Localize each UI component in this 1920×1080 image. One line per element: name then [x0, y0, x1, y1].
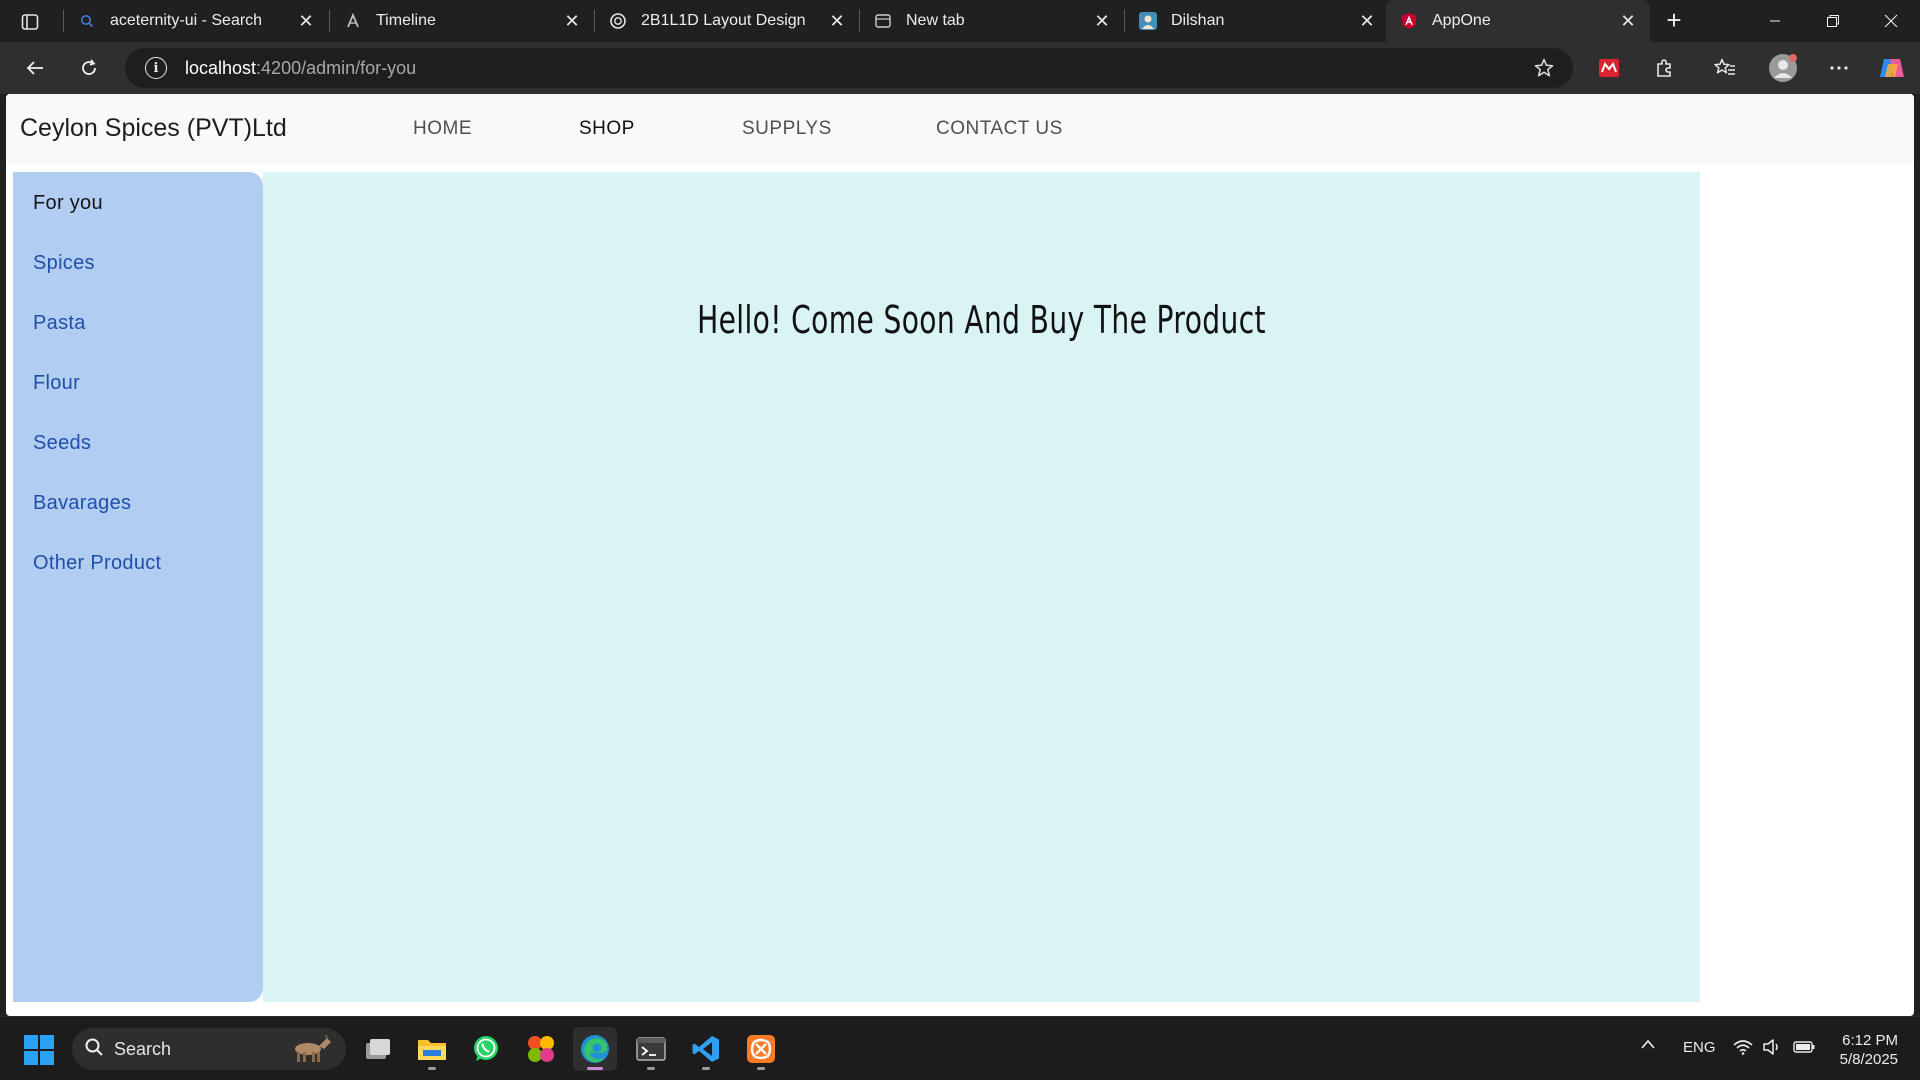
search-highlight-donkey-icon — [284, 1034, 334, 1069]
tab-title: AppOne — [1432, 12, 1491, 29]
url-host: localhost — [185, 57, 257, 78]
tab-title: Dilshan — [1171, 12, 1225, 29]
brand-title[interactable]: Ceylon Spices (PVT)Ltd — [20, 114, 287, 143]
close-window-button[interactable] — [1862, 0, 1920, 42]
taskbar-search-label: Search — [114, 1038, 172, 1059]
tab-title: Timeline — [376, 12, 436, 29]
tab-dilshan[interactable]: Dilshan ✕ — [1125, 0, 1389, 42]
browser-tab-strip: aceternity-ui - Search ✕ Timeline ✕ 2B1L… — [0, 0, 1920, 42]
site-info-icon[interactable]: i — [145, 57, 167, 79]
top-navbar: Ceylon Spices (PVT)Ltd HOME SHOP SUPPLYS… — [6, 94, 1914, 164]
extensions-puzzle-icon[interactable] — [1648, 52, 1680, 84]
windows-start-icon[interactable] — [24, 1035, 54, 1065]
sidebar-item-spices[interactable]: Spices — [33, 252, 95, 275]
sidebar-item-bavarages[interactable]: Bavarages — [33, 492, 131, 515]
volume-icon[interactable] — [1762, 1039, 1782, 1059]
profile-avatar-icon — [1139, 12, 1157, 30]
favorites-icon[interactable] — [1709, 52, 1741, 84]
url-path: :4200/admin/for-you — [256, 57, 417, 78]
copilot-icon[interactable] — [1876, 52, 1908, 84]
show-hidden-icons[interactable] — [1640, 1037, 1656, 1054]
edge-browser-icon[interactable] — [573, 1027, 617, 1071]
nav-home[interactable]: HOME — [413, 118, 472, 140]
tab-aceternity-search[interactable]: aceternity-ui - Search ✕ — [64, 0, 328, 42]
file-explorer-icon[interactable] — [410, 1027, 454, 1071]
favorite-star-icon[interactable] — [1533, 57, 1555, 84]
close-icon[interactable]: ✕ — [1618, 11, 1638, 31]
url-text[interactable]: localhost:4200/admin/for-you — [185, 58, 416, 79]
close-icon[interactable]: ✕ — [1092, 11, 1112, 31]
new-tab-button[interactable]: + — [1660, 7, 1688, 34]
close-icon[interactable]: ✕ — [562, 11, 582, 31]
tab-title: 2B1L1D Layout Design — [641, 12, 806, 29]
close-icon[interactable]: ✕ — [1357, 11, 1377, 31]
system-clock[interactable]: 6:12 PM 5/8/2025 — [1840, 1031, 1898, 1069]
reload-button[interactable] — [73, 52, 105, 84]
running-indicator — [757, 1067, 765, 1070]
terminal-icon[interactable] — [629, 1027, 673, 1071]
clock-date: 5/8/2025 — [1839, 1051, 1898, 1068]
page-viewport: Ceylon Spices (PVT)Ltd HOME SHOP SUPPLYS… — [6, 94, 1914, 1016]
restore-button[interactable] — [1804, 0, 1862, 42]
tab-appone[interactable]: AppOne ✕ — [1386, 0, 1650, 42]
tab-timeline[interactable]: Timeline ✕ — [330, 0, 594, 42]
running-indicator — [702, 1067, 710, 1070]
more-options-icon[interactable] — [1823, 52, 1855, 84]
address-bar[interactable]: i localhost:4200/admin/for-you — [125, 48, 1573, 88]
newtab-page-icon — [874, 12, 892, 30]
nav-contact-us[interactable]: CONTACT US — [936, 118, 1063, 140]
windows-taskbar: Search ENG 6:12 PM 5/8/2025 — [0, 1016, 1920, 1080]
sidebar-item-pasta[interactable]: Pasta — [33, 312, 86, 335]
category-sidebar: For you Spices Pasta Flour Seeds Bavarag… — [13, 172, 263, 1002]
openai-logo-icon — [609, 12, 627, 30]
extension-mendeley-icon[interactable] — [1593, 52, 1625, 84]
language-indicator[interactable]: ENG — [1683, 1039, 1716, 1056]
close-icon[interactable]: ✕ — [827, 11, 847, 31]
sidebar-item-other-product[interactable]: Other Product — [33, 552, 161, 575]
nav-shop[interactable]: SHOP — [579, 118, 635, 140]
close-icon[interactable]: ✕ — [296, 11, 316, 31]
tab-title: New tab — [906, 12, 965, 29]
running-indicator — [428, 1067, 436, 1070]
tab-title: aceternity-ui - Search — [110, 12, 263, 29]
search-icon — [84, 1037, 104, 1062]
nav-supplys[interactable]: SUPPLYS — [742, 118, 832, 140]
xampp-icon[interactable] — [739, 1027, 783, 1071]
sidebar-item-seeds[interactable]: Seeds — [33, 432, 91, 455]
running-indicator — [647, 1067, 655, 1070]
task-view-icon[interactable] — [356, 1027, 400, 1071]
welcome-message: Hello! Come Soon And Buy The Product — [697, 298, 1266, 342]
angular-logo-icon — [1400, 12, 1418, 30]
minimize-button[interactable] — [1746, 0, 1804, 42]
battery-icon[interactable] — [1793, 1040, 1815, 1058]
tab-actions-icon[interactable] — [12, 9, 48, 35]
back-button[interactable] — [19, 52, 51, 84]
sidebar-item-for-you[interactable]: For you — [33, 192, 103, 215]
wifi-icon[interactable] — [1733, 1039, 1753, 1059]
taskbar-search[interactable]: Search — [72, 1028, 346, 1070]
clock-time: 6:12 PM — [1842, 1032, 1898, 1049]
profile-avatar-icon[interactable] — [1767, 52, 1799, 84]
aceternity-logo-icon — [344, 12, 362, 30]
sidebar-item-flour[interactable]: Flour — [33, 372, 80, 395]
whatsapp-icon[interactable] — [464, 1027, 508, 1071]
search-icon — [78, 12, 96, 30]
main-content: Hello! Come Soon And Buy The Product — [263, 172, 1700, 1002]
running-indicator — [587, 1067, 603, 1070]
browser-toolbar: i localhost:4200/admin/for-you — [0, 42, 1920, 94]
vscode-icon[interactable] — [684, 1027, 728, 1071]
colorful-app-icon[interactable] — [519, 1027, 563, 1071]
tab-layout-design[interactable]: 2B1L1D Layout Design ✕ — [595, 0, 859, 42]
tab-new-tab[interactable]: New tab ✕ — [860, 0, 1124, 42]
